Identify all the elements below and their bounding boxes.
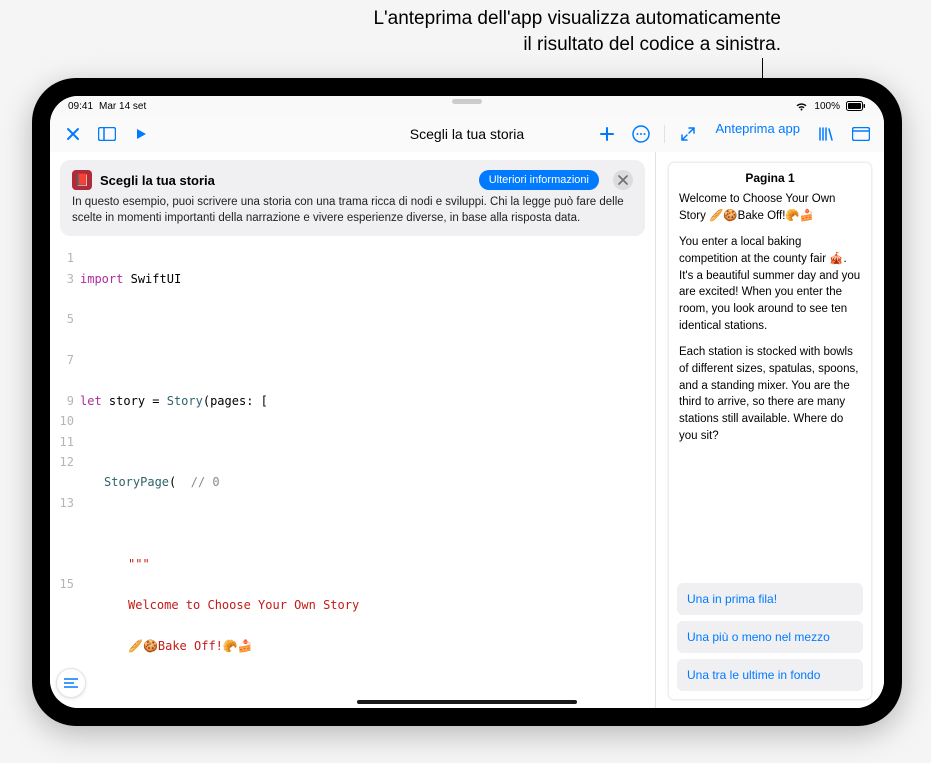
expand-preview-button[interactable] [675, 121, 701, 147]
preview-choices: Una in prima fila! Una più o meno nel me… [669, 579, 871, 699]
battery-percent: 100% [814, 101, 840, 112]
code-text[interactable]: import SwiftUI let story = Story(pages: … [80, 244, 655, 708]
sidebar-toggle-button[interactable] [94, 121, 120, 147]
preview-pane: Pagina 1 Welcome to Choose Your Own Stor… [656, 152, 884, 708]
code-editor[interactable]: 1 3 5 7 9 10 11 12 13 [50, 244, 655, 708]
add-button[interactable] [594, 121, 620, 147]
story-icon: 📕 [72, 170, 92, 190]
toolbar: Scegli la tua storia Anteprima app [50, 116, 884, 152]
preview-page-title: Pagina 1 [669, 163, 871, 191]
status-time: 09:41 [68, 101, 93, 112]
close-info-button[interactable] [613, 170, 633, 190]
info-card-body: In questo esempio, puoi scrivere una sto… [72, 194, 633, 226]
wifi-icon [795, 101, 808, 112]
window-button[interactable] [848, 121, 874, 147]
choice-button[interactable]: Una tra le ultime in fondo [677, 659, 863, 691]
status-date: Mar 14 set [99, 101, 146, 112]
notch-dots [452, 99, 482, 104]
run-button[interactable] [128, 121, 154, 147]
learn-more-button[interactable]: Ulteriori informazioni [479, 170, 599, 190]
preview-paragraph: Each station is stocked with bowls of di… [679, 344, 861, 444]
home-indicator [357, 700, 577, 704]
battery-icon [846, 101, 866, 112]
info-card: 📕 Scegli la tua storia Ulteriori informa… [60, 160, 645, 236]
preview-paragraph: You enter a local baking competition at … [679, 234, 861, 334]
ipad-frame: 09:41 Mar 14 set 100% [32, 78, 902, 726]
library-button[interactable] [814, 121, 840, 147]
preview-card: Pagina 1 Welcome to Choose Your Own Stor… [668, 162, 872, 700]
choice-button[interactable]: Una più o meno nel mezzo [677, 621, 863, 653]
preview-body: Welcome to Choose Your Own Story 🥖🍪Bake … [669, 191, 871, 579]
choice-button[interactable]: Una in prima fila! [677, 583, 863, 615]
close-button[interactable] [60, 121, 86, 147]
preview-title-label: Anteprima app [715, 121, 800, 147]
toolbar-divider [664, 125, 665, 143]
preview-paragraph: Welcome to Choose Your Own Story 🥖🍪Bake … [679, 191, 861, 224]
editor-pane: 📕 Scegli la tua storia Ulteriori informa… [50, 152, 656, 708]
content-split: 📕 Scegli la tua storia Ulteriori informa… [50, 152, 884, 708]
line-gutter: 1 3 5 7 9 10 11 12 13 [50, 244, 80, 708]
info-card-title: Scegli la tua storia [100, 173, 471, 188]
annotation-text: L'anteprima dell'app visualizza automati… [151, 6, 781, 57]
screen: 09:41 Mar 14 set 100% [50, 96, 884, 708]
more-button[interactable] [628, 121, 654, 147]
format-button[interactable] [56, 668, 86, 698]
